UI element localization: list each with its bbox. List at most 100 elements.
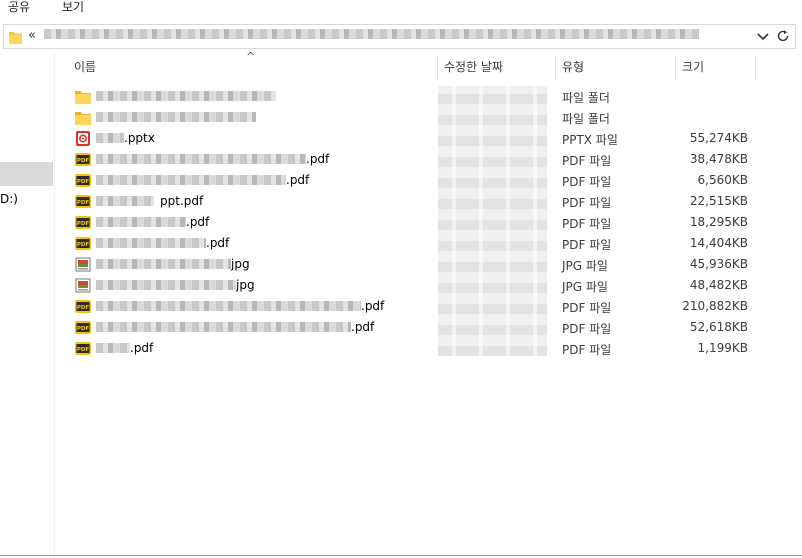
pdf-icon: PDF: [75, 152, 91, 167]
status-divider: [0, 555, 802, 556]
file-type: 파일 폴더: [562, 91, 610, 105]
breadcrumb-path[interactable]: [44, 29, 699, 39]
redacted-filename: [96, 258, 231, 269]
svg-text:PDF: PDF: [77, 242, 90, 248]
file-extension: .pdf: [286, 173, 310, 187]
file-type: JPG 파일: [562, 280, 608, 294]
nav-item-selected[interactable]: [0, 162, 53, 186]
menu-view[interactable]: 보기: [62, 0, 84, 16]
folder-row[interactable]: 파일 폴더: [56, 86, 802, 107]
file-extension: .pdf: [130, 341, 154, 355]
pptx-icon: [75, 131, 91, 146]
file-name[interactable]: [96, 89, 276, 104]
file-name[interactable]: .pdf: [96, 152, 329, 167]
folder-row[interactable]: 파일 폴더: [56, 107, 802, 128]
svg-text:PDF: PDF: [77, 179, 90, 185]
chevron-down-icon[interactable]: [756, 29, 770, 43]
file-name[interactable]: jpg: [96, 257, 250, 272]
column-header-name[interactable]: 이름: [68, 56, 438, 80]
breadcrumb-overflow[interactable]: «: [28, 28, 36, 43]
file-size: 14,404KB: [689, 236, 748, 250]
column-header-size[interactable]: 크기: [676, 56, 756, 80]
file-name[interactable]: .pdf: [96, 215, 209, 230]
file-type: PDF 파일: [562, 154, 612, 168]
file-name[interactable]: .pdf: [96, 236, 229, 251]
pdf-icon: PDF: [75, 173, 91, 188]
column-headers: ^ 이름 수정한 날짜 유형 크기: [56, 50, 802, 80]
file-size: 45,936KB: [689, 257, 748, 271]
file-type: PDF 파일: [562, 322, 612, 336]
redacted-filename: [96, 237, 206, 248]
redacted-filename: [96, 342, 130, 353]
file-size: 18,295KB: [689, 215, 748, 229]
file-name[interactable]: .pdf: [96, 341, 153, 356]
file-type: PDF 파일: [562, 175, 612, 189]
file-row[interactable]: PDF ppt.pdf PDF 파일 22,515KB: [56, 191, 802, 212]
file-row[interactable]: PDF .pdf PDF 파일 14,404KB: [56, 233, 802, 254]
file-extension: .pdf: [361, 299, 385, 313]
redacted-filename: [96, 321, 351, 332]
svg-text:PDF: PDF: [77, 221, 90, 227]
navigation-pane[interactable]: D:): [0, 52, 55, 558]
file-row[interactable]: PDF .pdf PDF 파일 6,560KB: [56, 170, 802, 191]
file-size: 48,482KB: [689, 278, 748, 292]
file-row[interactable]: PDF .pdf PDF 파일 210,882KB: [56, 296, 802, 317]
file-name[interactable]: jpg: [96, 278, 255, 293]
file-extension: .pdf: [351, 320, 375, 334]
redacted-filename: [96, 195, 154, 206]
file-row[interactable]: PDF .pdf PDF 파일 18,295KB: [56, 212, 802, 233]
jpg-icon: [75, 278, 91, 293]
file-name[interactable]: .pptx: [96, 131, 155, 146]
pdf-icon: PDF: [75, 299, 91, 314]
menu-share[interactable]: 공유: [8, 0, 30, 16]
folder-icon: [9, 32, 22, 44]
column-header-type[interactable]: 유형: [556, 56, 676, 80]
file-size: 22,515KB: [689, 194, 748, 208]
file-extension: ppt.pdf: [160, 194, 204, 208]
pdf-icon: PDF: [75, 236, 91, 251]
file-name[interactable]: [96, 110, 256, 125]
jpg-icon: [75, 257, 91, 272]
file-size: 52,618KB: [689, 320, 748, 334]
redacted-filename: [96, 300, 361, 311]
file-type: PPTX 파일: [562, 133, 618, 147]
file-row[interactable]: jpg JPG 파일 45,936KB: [56, 254, 802, 275]
svg-text:PDF: PDF: [77, 305, 90, 311]
pdf-icon: PDF: [75, 320, 91, 335]
file-row[interactable]: PDF .pdf PDF 파일 1,199KB: [56, 338, 802, 359]
file-name[interactable]: .pdf: [96, 320, 374, 335]
redacted-filename: [96, 279, 236, 290]
redacted-filename: [96, 111, 256, 122]
svg-text:PDF: PDF: [77, 200, 90, 206]
pdf-icon: PDF: [75, 194, 91, 209]
redacted-filename: [96, 174, 286, 185]
file-row[interactable]: PDF .pdf PDF 파일 38,478KB: [56, 149, 802, 170]
column-header-modified[interactable]: 수정한 날짜: [438, 56, 556, 80]
file-type: PDF 파일: [562, 238, 612, 252]
svg-text:PDF: PDF: [77, 347, 90, 353]
redacted-filename: [96, 153, 306, 164]
file-name[interactable]: .pdf: [96, 299, 384, 314]
file-name[interactable]: .pdf: [96, 173, 309, 188]
file-type: PDF 파일: [562, 196, 612, 210]
address-bar[interactable]: «: [3, 24, 796, 49]
folder-icon: [75, 110, 91, 125]
refresh-icon[interactable]: [776, 29, 790, 43]
file-row[interactable]: PDF .pdf PDF 파일 52,618KB: [56, 317, 802, 338]
menu-bar: 공유 보기: [0, 0, 802, 20]
pdf-icon: PDF: [75, 215, 91, 230]
file-extension: .pptx: [124, 131, 155, 145]
file-extension: .pdf: [306, 152, 330, 166]
file-type: PDF 파일: [562, 217, 612, 231]
file-row[interactable]: jpg JPG 파일 48,482KB: [56, 275, 802, 296]
file-extension: jpg: [236, 278, 255, 292]
file-size: 6,560KB: [697, 173, 748, 187]
file-row[interactable]: .pptx PPTX 파일 55,274KB: [56, 128, 802, 149]
file-type: JPG 파일: [562, 259, 608, 273]
file-size: 55,274KB: [689, 131, 748, 145]
nav-item-drive[interactable]: D:): [0, 192, 18, 206]
redacted-filename: [96, 90, 276, 101]
file-name[interactable]: ppt.pdf: [96, 194, 203, 209]
pdf-icon: PDF: [75, 341, 91, 356]
svg-text:PDF: PDF: [77, 326, 90, 332]
